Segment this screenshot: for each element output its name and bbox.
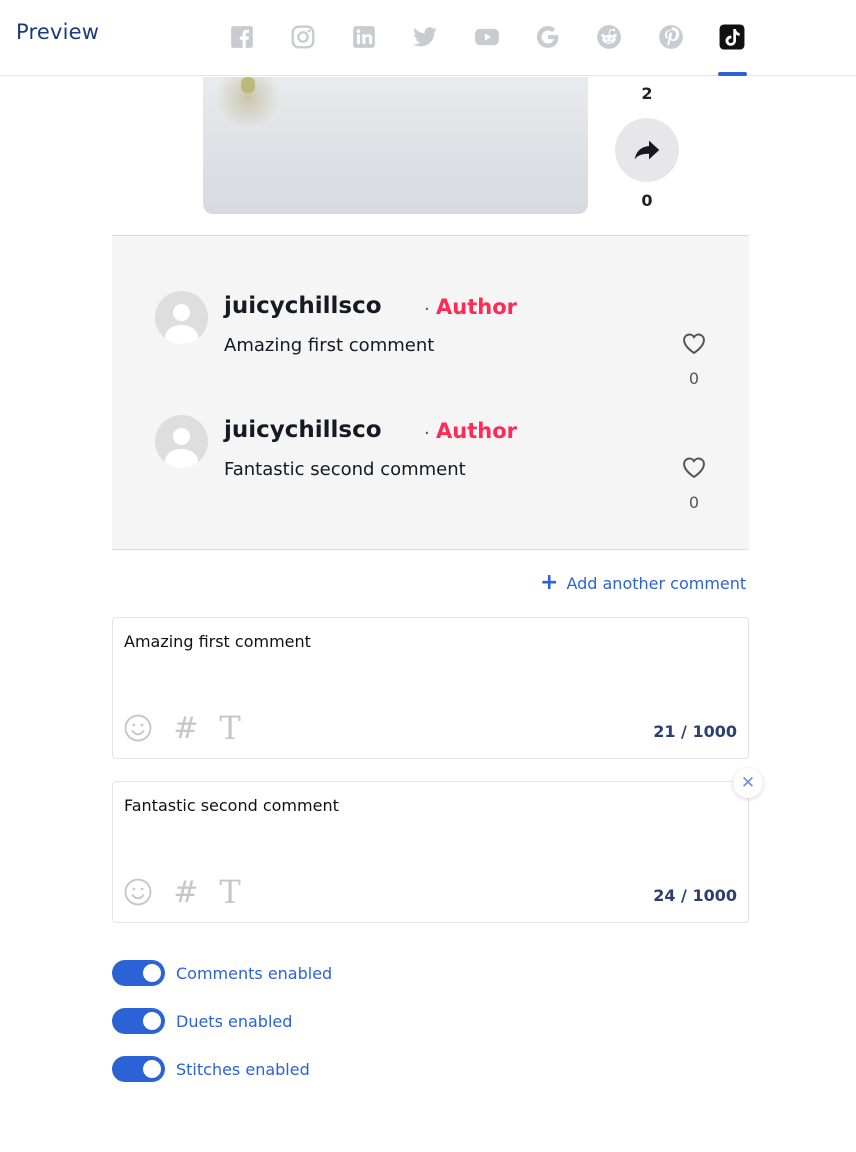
page-title: Preview [16, 20, 100, 44]
author-badge: Author [436, 295, 517, 319]
active-network-indicator [718, 72, 747, 76]
comment-item: juicychillsco · Author Amazing first com… [155, 291, 715, 388]
text-format-icon[interactable]: T [214, 709, 246, 747]
comment-item: juicychillsco · Author Fantastic second … [155, 415, 715, 512]
preview-page: Preview 2 0 juicychillsco · Author Amazi… [0, 0, 856, 1152]
duets-enabled-row: Duets enabled [112, 1008, 292, 1034]
stitches-enabled-row: Stitches enabled [112, 1056, 310, 1082]
close-icon: ✕ [740, 773, 756, 793]
toggle-label: Stitches enabled [176, 1059, 310, 1079]
plus-icon: + [540, 570, 559, 595]
video-preview [203, 77, 588, 214]
share-count: 0 [641, 191, 653, 210]
comment-editor-text[interactable]: Amazing first comment [124, 632, 311, 651]
remove-comment-button[interactable]: ✕ [733, 768, 763, 798]
comment-username: juicychillsco [224, 417, 382, 443]
avatar [155, 291, 208, 344]
add-comment-button[interactable]: + Add another comment [540, 572, 746, 594]
comment-separator: · [424, 423, 430, 444]
stitches-enabled-toggle[interactable] [112, 1056, 165, 1082]
comment-username: juicychillsco [224, 293, 382, 319]
avatar [155, 415, 208, 468]
linkedin-icon[interactable] [347, 20, 381, 54]
character-counter: 21 / 1000 [653, 722, 737, 741]
share-arrow-icon [634, 140, 660, 160]
preview-header: Preview [0, 0, 856, 76]
duets-enabled-toggle[interactable] [112, 1008, 165, 1034]
pinterest-icon[interactable] [654, 20, 688, 54]
hashtag-icon[interactable]: # [170, 875, 202, 910]
toggle-label: Duets enabled [176, 1011, 293, 1031]
facebook-icon[interactable] [225, 20, 259, 54]
comment-editor-text[interactable]: Fantastic second comment [124, 796, 339, 815]
hashtag-icon[interactable]: # [170, 711, 202, 746]
comment-like-count: 0 [688, 493, 700, 512]
emoji-icon[interactable] [122, 712, 154, 744]
comment-separator: · [424, 299, 430, 320]
toggle-label: Comments enabled [176, 963, 333, 983]
reddit-icon[interactable] [592, 20, 626, 54]
emoji-icon[interactable] [122, 876, 154, 908]
tiktok-icon[interactable] [715, 20, 749, 54]
comments-enabled-toggle[interactable] [112, 960, 165, 986]
heart-icon[interactable] [679, 453, 709, 481]
comment-like-count: 0 [688, 369, 700, 388]
comments-panel: juicychillsco · Author Amazing first com… [112, 235, 749, 550]
youtube-icon[interactable] [470, 20, 504, 54]
comments-enabled-row: Comments enabled [112, 960, 332, 986]
instagram-icon[interactable] [286, 20, 320, 54]
add-comment-label: Add another comment [566, 573, 747, 593]
comment-text: Amazing first comment [224, 335, 435, 356]
twitter-icon[interactable] [408, 20, 442, 54]
character-counter: 24 / 1000 [653, 886, 737, 905]
video-frame-detail [241, 77, 255, 93]
comment-text: Fantastic second comment [224, 459, 466, 480]
author-badge: Author [436, 419, 517, 443]
text-format-icon[interactable]: T [214, 873, 246, 911]
share-button[interactable] [615, 118, 679, 182]
comment-editor[interactable]: Amazing first comment # T 21 / 1000 [112, 617, 749, 759]
heart-icon[interactable] [679, 329, 709, 357]
google-icon[interactable] [531, 20, 565, 54]
like-count: 2 [641, 84, 653, 103]
comment-editor[interactable]: Fantastic second comment # T 24 / 1000 [112, 781, 749, 923]
